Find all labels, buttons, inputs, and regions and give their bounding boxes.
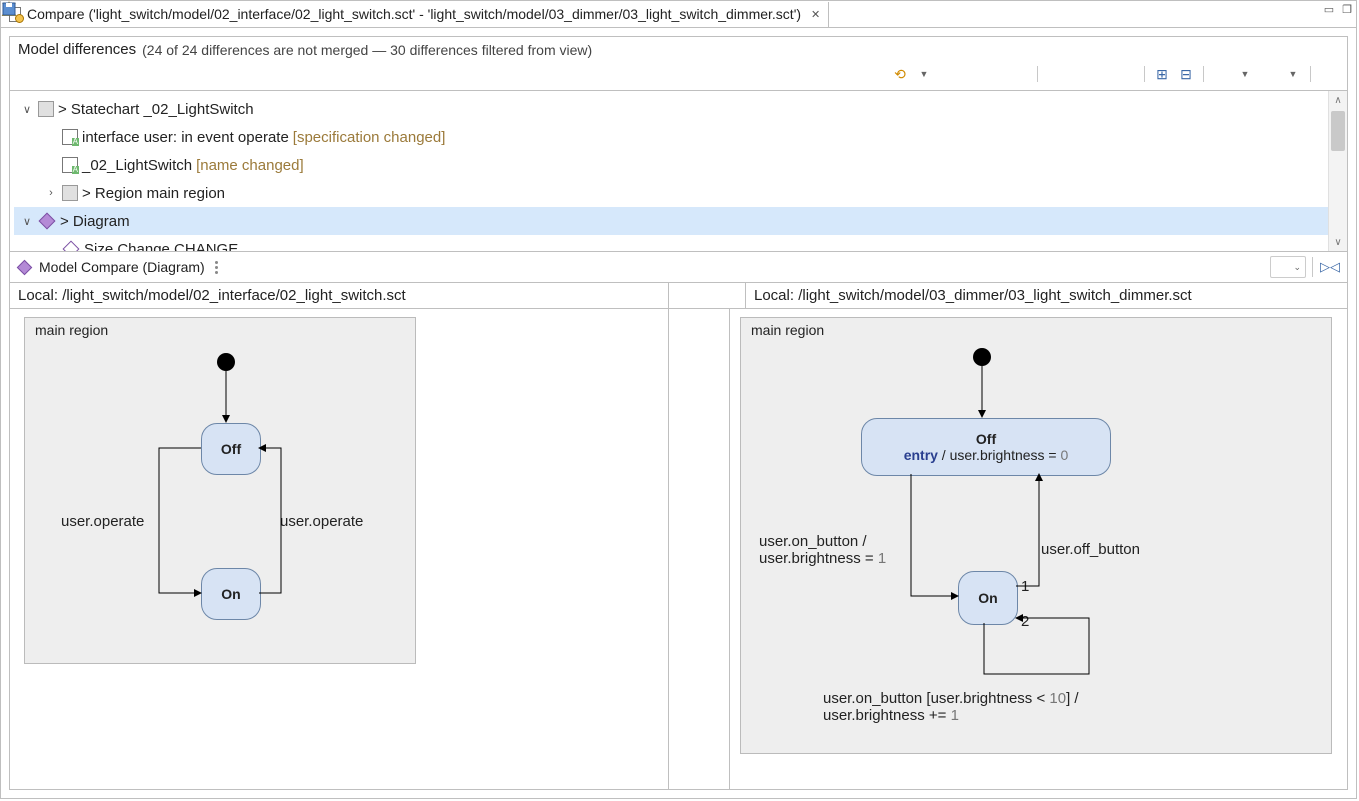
differences-summary: (24 of 24 differences are not merged — 3…: [142, 42, 592, 58]
expand-all-icon[interactable]: ⊞: [1151, 64, 1173, 84]
statechart-icon: [38, 101, 54, 117]
reject-right-icon[interactable]: [1116, 64, 1138, 84]
tree-label: Size Change CHANGE: [84, 241, 238, 252]
tree-row-size-change[interactable]: Size Change CHANGE: [14, 235, 1347, 251]
transition-label: user.off_button: [1041, 541, 1140, 558]
dropdown-icon[interactable]: ⌄: [1270, 256, 1306, 278]
tree-label: _02_LightSwitch: [82, 157, 192, 174]
change-icon: [63, 241, 80, 251]
dropdown-icon[interactable]: ▼: [913, 64, 935, 84]
diagram-icon: [17, 259, 33, 275]
state-label: On: [978, 590, 997, 606]
accept-left-icon[interactable]: [1044, 64, 1066, 84]
tab-bar: Compare ('light_switch/model/02_interfac…: [1, 1, 1356, 28]
initial-state: [973, 348, 991, 366]
diagram-connector: [669, 309, 730, 789]
diff-toolbar: ⟲ ▼ ⊞ ⊟ ▼ ▼: [10, 62, 1347, 91]
collapse-icon[interactable]: ∨: [20, 103, 34, 116]
group-icon[interactable]: [1210, 64, 1232, 84]
differences-header: Model differences (24 of 24 differences …: [10, 37, 1347, 62]
tree-label: > Diagram: [60, 213, 130, 230]
transition-label: user.operate: [61, 513, 144, 530]
dropdown-icon[interactable]: ▼: [1234, 64, 1256, 84]
state-off[interactable]: Off: [201, 423, 261, 475]
scroll-thumb[interactable]: [1331, 111, 1345, 151]
element-icon: [62, 157, 78, 173]
editor-tab[interactable]: Compare ('light_switch/model/02_interfac…: [1, 2, 829, 27]
right-path: Local: /light_switch/model/03_dimmer/03_…: [746, 283, 1347, 308]
filter-icon[interactable]: [1258, 64, 1280, 84]
port-label: 1: [1021, 578, 1029, 595]
state-off[interactable]: Off entry / user.brightness = 0: [861, 418, 1111, 476]
right-diagram-pane[interactable]: main region Off entry / user.brightness …: [730, 309, 1347, 789]
dropdown-icon[interactable]: ▼: [1282, 64, 1304, 84]
tree-label: > Region main region: [82, 185, 225, 202]
tree-scrollbar[interactable]: ∧ ∨: [1328, 91, 1347, 251]
drag-handle-icon[interactable]: [215, 261, 218, 274]
accept-right-icon[interactable]: [1068, 64, 1090, 84]
region-label: main region: [751, 322, 824, 338]
copy-all-left-icon[interactable]: [985, 64, 1007, 84]
maximize-icon[interactable]: ❐: [1342, 3, 1352, 16]
state-on[interactable]: On: [201, 568, 261, 620]
collapse-icon[interactable]: ∨: [20, 215, 34, 228]
copy-left-icon[interactable]: [937, 64, 959, 84]
tree-note: [specification changed]: [293, 129, 446, 146]
compare-panel-title: Model Compare (Diagram): [39, 259, 205, 275]
initial-state: [217, 353, 235, 371]
copy-all-right-icon[interactable]: [1009, 64, 1031, 84]
element-icon: [62, 129, 78, 145]
tree-row-statechart[interactable]: ∨ > Statechart _02_LightSwitch: [14, 95, 1347, 123]
close-icon[interactable]: ✕: [809, 8, 822, 21]
region-label: main region: [35, 322, 108, 338]
tree-label: interface user: in event operate: [82, 129, 289, 146]
left-diagram-pane[interactable]: main region Off On user.operate user.ope…: [10, 309, 669, 789]
copy-right-icon[interactable]: [961, 64, 983, 84]
diff-tree[interactable]: ∨ > Statechart _02_LightSwitch interface…: [10, 91, 1347, 251]
compare-editor-icon: [7, 6, 23, 22]
tree-row-diagram[interactable]: ∨ > Diagram: [14, 207, 1347, 235]
transition-label: user.on_button [user.brightness < 10] / …: [823, 690, 1079, 724]
tree-note: [name changed]: [196, 157, 304, 174]
entry-action: entry / user.brightness = 0: [904, 447, 1069, 463]
transition-label: user.operate: [280, 513, 363, 530]
left-path: Local: /light_switch/model/02_interface/…: [10, 283, 669, 308]
reject-left-icon[interactable]: [1092, 64, 1114, 84]
state-label: Off: [976, 431, 996, 447]
scroll-down-icon[interactable]: ∨: [1329, 233, 1347, 251]
tree-row-interface[interactable]: interface user: in event operate [specif…: [14, 123, 1347, 151]
tree-label: > Statechart _02_LightSwitch: [58, 101, 254, 118]
state-on[interactable]: On: [958, 571, 1018, 625]
diagram-icon: [39, 213, 56, 230]
expand-icon[interactable]: ›: [44, 187, 58, 199]
region-icon: [62, 185, 78, 201]
state-label: Off: [221, 441, 241, 457]
transition-label: user.on_button /user.brightness = 1: [759, 533, 886, 567]
port-label: 2: [1021, 613, 1029, 630]
tree-row-name[interactable]: _02_LightSwitch [name changed]: [14, 151, 1347, 179]
tab-title: Compare ('light_switch/model/02_interfac…: [27, 6, 801, 22]
scroll-up-icon[interactable]: ∧: [1329, 91, 1347, 109]
swap-sides-icon[interactable]: ▷◁: [1319, 257, 1341, 277]
state-label: On: [221, 586, 240, 602]
minimize-icon[interactable]: ▭: [1324, 3, 1334, 16]
save-icon[interactable]: [1317, 64, 1339, 84]
collapse-all-icon[interactable]: ⊟: [1175, 64, 1197, 84]
tree-row-region[interactable]: › > Region main region: [14, 179, 1347, 207]
undo-icon[interactable]: ⟲: [889, 64, 911, 84]
differences-title: Model differences: [18, 41, 136, 58]
